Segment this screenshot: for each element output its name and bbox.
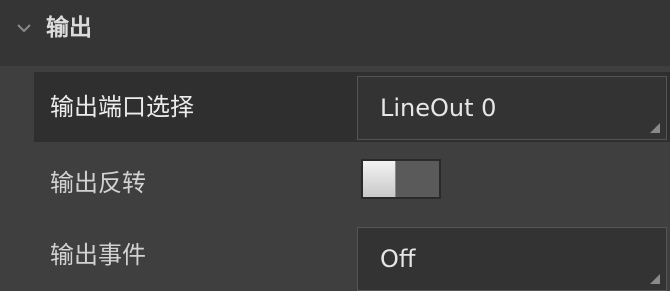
dropdown-grip-icon — [650, 274, 660, 284]
output-event-label: 输出事件 — [50, 241, 146, 269]
output-port-value: LineOut 0 — [380, 94, 497, 122]
output-event-select[interactable]: Off — [357, 227, 667, 291]
dropdown-grip-icon — [650, 123, 660, 133]
row-output-invert: 输出反转 — [34, 150, 670, 214]
output-event-value: Off — [380, 245, 416, 273]
section-title: 输出 — [46, 15, 92, 41]
chevron-down-icon[interactable] — [14, 18, 34, 38]
output-invert-toggle[interactable] — [361, 159, 441, 199]
output-settings-panel: 输出 输出端口选择 LineOut 0 输出反转 输出事件 Off — [0, 0, 670, 291]
section-header-output[interactable]: 输出 — [0, 0, 670, 66]
toggle-knob[interactable] — [363, 161, 396, 197]
output-port-select[interactable]: LineOut 0 — [357, 76, 667, 140]
output-port-label: 输出端口选择 — [50, 93, 194, 121]
output-invert-label: 输出反转 — [50, 169, 146, 197]
